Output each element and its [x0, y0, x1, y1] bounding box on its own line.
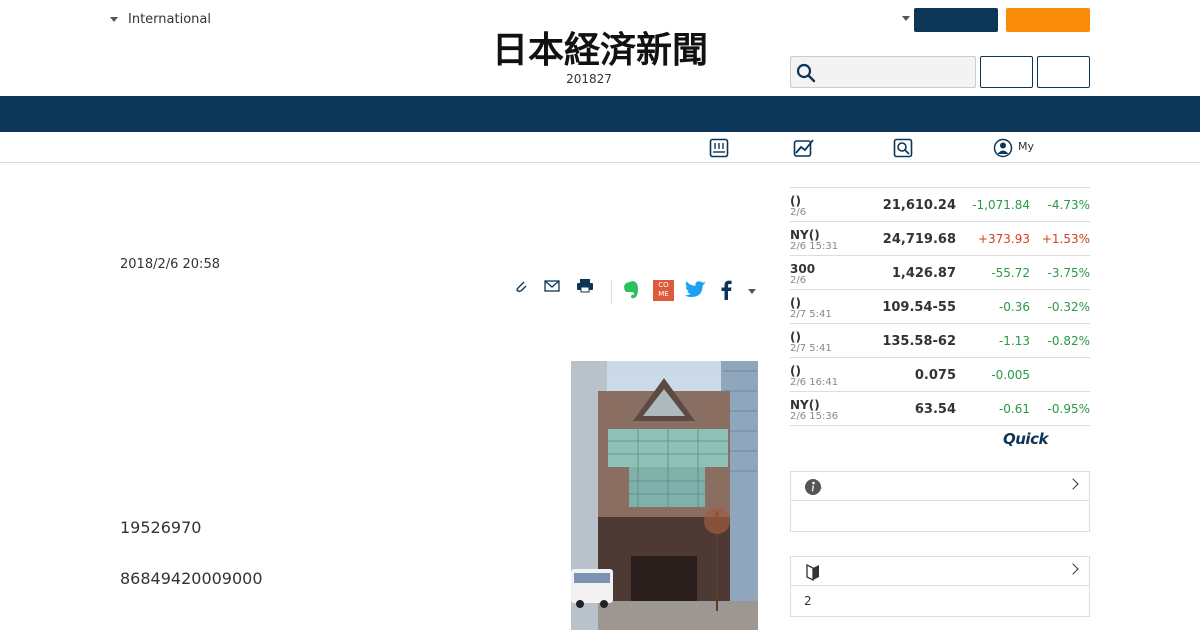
market-time: 2/6 15:36 — [790, 411, 839, 422]
beginner-panel: 2 — [790, 556, 1090, 617]
market-change-pct: -0.82% — [1047, 334, 1090, 348]
market-value: 24,719.68 — [882, 232, 956, 247]
nikkei-logo[interactable]: 日本経済新聞 — [452, 28, 748, 68]
user-icon[interactable] — [993, 138, 1013, 158]
info-panel-body — [791, 501, 1089, 531]
mail-icon[interactable] — [544, 278, 560, 294]
member-button[interactable] — [980, 56, 1033, 88]
subscribe-button[interactable] — [1006, 8, 1090, 32]
info-panel — [790, 471, 1090, 532]
share-divider — [611, 280, 612, 304]
market-row[interactable]: NY() 2/6 15:36 63.54 -0.61 -0.95% — [790, 392, 1090, 426]
logo-text: 日本経済新聞 — [492, 29, 708, 68]
market-name: 300 — [790, 262, 816, 276]
market-name: () — [790, 364, 801, 378]
edition-date: 201827 — [566, 72, 612, 86]
market-time: 2/6 — [790, 207, 807, 218]
market-row[interactable]: () 2/6 16:41 0.075 -0.005 — [790, 358, 1090, 392]
market-time: 2/7 5:41 — [790, 343, 832, 354]
market-row[interactable]: NY() 2/6 15:31 24,719.68 +373.93 +1.53% — [790, 222, 1090, 256]
market-data-table: () 2/6 21,610.24 -1,071.84 -4.73% NY() 2/6 15:… — [790, 187, 1090, 426]
market-value: 0.075 — [914, 368, 956, 383]
login-button[interactable] — [914, 8, 998, 32]
market-time: 2/7 5:41 — [790, 309, 832, 320]
info-panel-header[interactable] — [791, 472, 1089, 501]
beginner-panel-body: 2 — [804, 594, 812, 608]
comemo-icon[interactable]: CO ME — [653, 280, 674, 301]
chart-icon[interactable] — [793, 138, 815, 158]
dropdown-caret-icon — [110, 17, 118, 22]
market-name: NY() — [790, 228, 820, 242]
market-value: 21,610.24 — [882, 198, 956, 213]
market-change-pct: -4.73% — [1047, 198, 1090, 212]
market-row[interactable]: () 2/6 21,610.24 -1,071.84 -4.73% — [790, 188, 1090, 222]
article-photo — [571, 361, 758, 630]
market-value: 63.54 — [914, 402, 956, 417]
market-value: 109.54-55 — [882, 300, 956, 315]
market-change-pct: -3.75% — [1047, 266, 1090, 280]
market-change: -0.36 — [998, 300, 1030, 314]
market-change: +373.93 — [977, 232, 1030, 246]
article-timestamp: 2018/2/6 20:58 — [120, 257, 220, 272]
market-row[interactable]: 300 2/6 1,426.87 -55.72 -3.75% — [790, 256, 1090, 290]
market-time: 2/6 16:41 — [790, 377, 839, 388]
market-change: -1,071.84 — [972, 198, 1030, 212]
facebook-icon[interactable] — [719, 280, 733, 300]
market-change-pct: -0.95% — [1047, 402, 1090, 416]
account-caret-icon[interactable] — [902, 16, 910, 21]
beginner-mark-icon — [806, 563, 819, 581]
market-name: () — [790, 330, 801, 344]
chevron-right-icon — [1067, 563, 1079, 575]
share-more-caret-icon[interactable] — [748, 289, 756, 294]
market-change: -0.61 — [998, 402, 1030, 416]
market-name: () — [790, 194, 801, 208]
market-name: () — [790, 296, 801, 310]
market-name: NY() — [790, 398, 820, 412]
search-input[interactable] — [790, 56, 976, 88]
beginner-panel-header[interactable] — [791, 557, 1089, 586]
search-paper-icon[interactable] — [893, 138, 913, 158]
site-header: International 日本経済新聞 201827 — [0, 0, 1200, 96]
twitter-icon[interactable] — [685, 280, 707, 300]
market-time: 2/6 15:31 — [790, 241, 839, 252]
print-icon[interactable] — [576, 278, 594, 294]
market-value: 1,426.87 — [891, 266, 956, 281]
chevron-right-icon — [1067, 478, 1079, 490]
market-time: 2/6 — [790, 275, 807, 286]
market-row[interactable]: () 2/7 5:41 109.54-55 -0.36 -0.32% — [790, 290, 1090, 324]
region-label: International — [128, 12, 211, 27]
region-selector[interactable]: International — [110, 12, 211, 27]
quick-logo[interactable]: Quick — [1003, 430, 1048, 448]
clip-icon[interactable] — [513, 278, 529, 294]
market-change: -0.005 — [991, 368, 1030, 382]
my-nikkei-label[interactable]: My — [1018, 140, 1034, 153]
menu-button[interactable] — [1037, 56, 1090, 88]
main-nav-bar — [0, 96, 1200, 132]
newspaper-icon[interactable] — [709, 138, 729, 158]
market-change: -1.13 — [998, 334, 1030, 348]
market-change: -55.72 — [991, 266, 1030, 280]
article-paragraph-2: 86849420009000 — [120, 569, 263, 588]
market-change-pct: -0.32% — [1047, 300, 1090, 314]
search-icon — [796, 63, 816, 83]
evernote-icon[interactable] — [622, 280, 640, 300]
article-paragraph-1: 19526970 — [120, 518, 202, 537]
market-value: 135.58-62 — [882, 334, 956, 349]
market-change-pct: +1.53% — [1041, 232, 1090, 246]
market-row[interactable]: () 2/7 5:41 135.58-62 -1.13 -0.82% — [790, 324, 1090, 358]
info-icon — [805, 479, 822, 495]
